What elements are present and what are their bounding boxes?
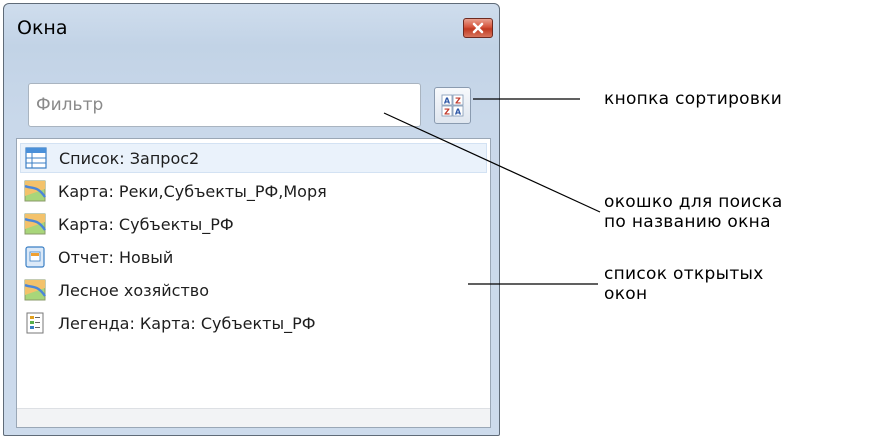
annotation-list-line2: окон <box>604 284 648 304</box>
annotation-filter-line2: по названию окна <box>604 212 771 232</box>
annotation-sort-button: кнопка сортировки <box>604 89 783 109</box>
filter-pointer-line <box>383 112 601 213</box>
annotation-filter-line1: окошко для поиска <box>604 192 783 212</box>
annotation-list-line1: список открытых <box>604 264 764 284</box>
